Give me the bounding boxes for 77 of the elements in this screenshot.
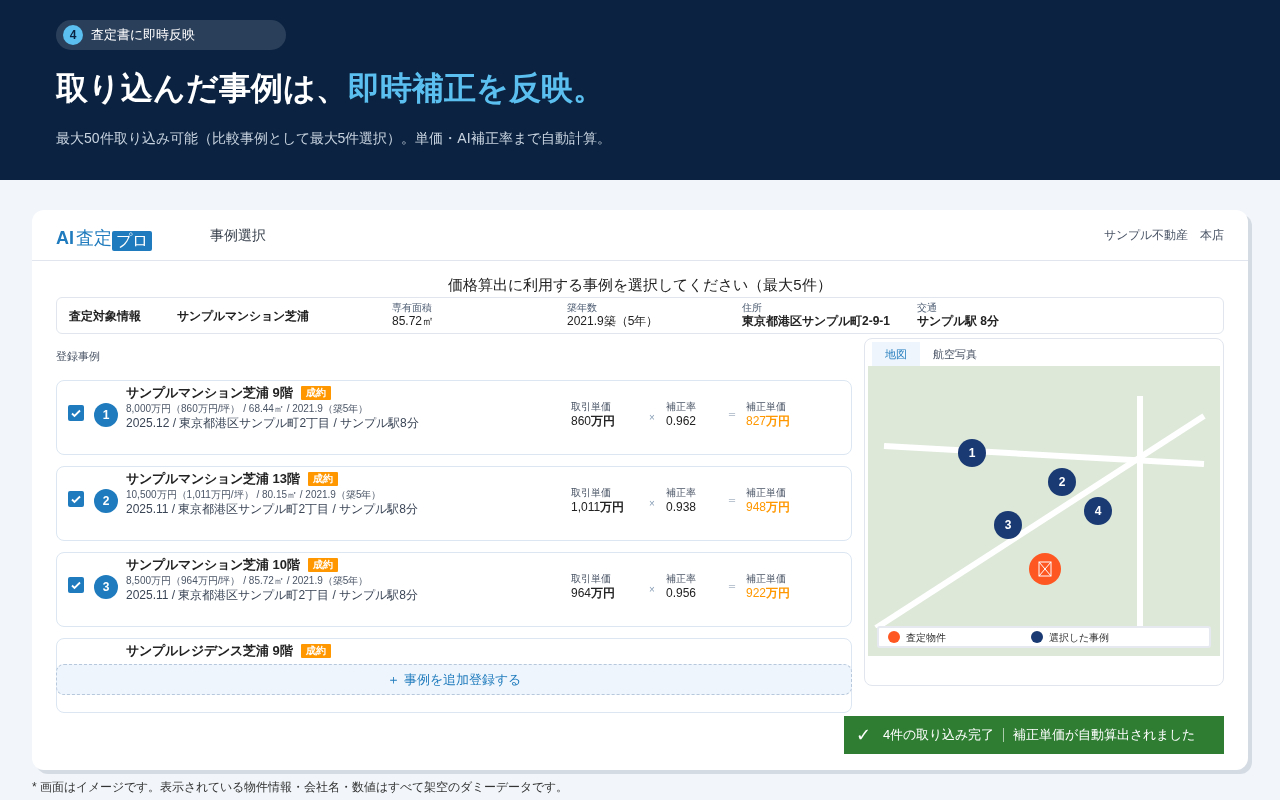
value-label: 補正単価 xyxy=(746,401,787,413)
value-text: 948万円 xyxy=(746,499,792,515)
step-number: 4 xyxy=(63,25,83,45)
times-sign: × xyxy=(649,497,656,511)
field-label: 交通 xyxy=(917,302,938,314)
field-value: 85.72㎡ xyxy=(392,314,436,329)
equals-sign: ＝ xyxy=(726,578,739,595)
toast-detail: 補正単価が自動算出されました xyxy=(1013,726,1196,745)
times-sign: × xyxy=(649,583,656,597)
times-sign: × xyxy=(649,411,656,425)
value-text: 964万円 xyxy=(571,585,617,601)
company-name: サンプル不動産 本店 xyxy=(1104,227,1224,244)
logo: AI査定 プロ xyxy=(56,218,152,252)
value-text: 0.962 xyxy=(666,413,698,429)
field-value: サンプル駅 8分 xyxy=(917,314,1000,329)
checkbox[interactable] xyxy=(68,577,84,593)
value-text: 0.938 xyxy=(666,499,698,515)
case-number: 2 xyxy=(94,489,118,513)
equals-sign: ＝ xyxy=(726,492,739,509)
toast-message: 4件の取り込み完了 xyxy=(883,726,995,745)
subject-name: サンプルマンション芝浦 xyxy=(177,307,310,325)
map-tab[interactable]: 航空写真 xyxy=(920,342,990,366)
value-label: 取引単価 xyxy=(571,401,612,413)
value-text: 0.956 xyxy=(666,585,698,601)
hero-subtitle: 最大50件取り込み可能（比較事例として最大5件選択）。単価・AI補正率まで自動計算。 xyxy=(56,129,612,148)
case-title: サンプルマンション芝浦 13階 xyxy=(126,470,301,488)
hero-title: 取り込んだ事例は、即時補正を反映。 xyxy=(56,69,606,108)
value-text: 827万円 xyxy=(746,413,792,429)
value-label: 補正単価 xyxy=(746,487,787,499)
case-detail: 10,500万円（1,011万円/坪） / 80.15㎡ / 2021.9（築5年） xyxy=(126,488,383,502)
status-badge: 成約 xyxy=(300,644,331,658)
step-label: 査定書に即時反映 xyxy=(91,26,195,45)
value-label: 補正率 xyxy=(666,573,697,585)
case-title: サンプルマンション芝浦 9階 xyxy=(126,384,293,402)
equals-sign: ＝ xyxy=(726,406,739,423)
value-label: 補正率 xyxy=(666,401,697,413)
footnote: * 画面はイメージです。表示されている物件情報・会社名・数値はすべて架空のダミーデータです。 xyxy=(32,779,568,795)
case-title: サンプルレジデンス芝浦 9階 xyxy=(126,642,293,660)
map-pin[interactable]: 2 xyxy=(1048,468,1076,496)
section-label: 登録事例 xyxy=(56,349,101,364)
value-label: 補正率 xyxy=(666,487,697,499)
building-pin-icon[interactable] xyxy=(1029,553,1061,585)
value-text: 1,011万円 xyxy=(571,499,626,515)
field-value: 2021.9築（5年） xyxy=(567,314,660,329)
check-icon: ✓ xyxy=(856,721,871,749)
field-label: 専有面積 xyxy=(392,302,433,314)
legend-label: 査定物件 xyxy=(906,630,946,645)
legend-label: 選択した事例 xyxy=(1049,630,1109,645)
field-value: 東京都港区サンプル町2-9-1 xyxy=(742,314,891,329)
checkbox[interactable] xyxy=(68,405,84,421)
status-badge: 成約 xyxy=(308,558,339,572)
field-label: 築年数 xyxy=(567,302,598,314)
case-number: 3 xyxy=(94,575,118,599)
value-text: 922万円 xyxy=(746,585,792,601)
map-pin[interactable]: 3 xyxy=(994,511,1022,539)
case-number: 1 xyxy=(94,403,118,427)
value-label: 補正単価 xyxy=(746,573,787,585)
status-badge: 成約 xyxy=(308,472,339,486)
map-pin[interactable]: 1 xyxy=(958,439,986,467)
field-label: 住所 xyxy=(742,302,763,314)
case-detail: 2025.12 / 東京都港区サンプル町2丁目 / サンプル駅8分 xyxy=(126,416,420,431)
case-title: サンプルマンション芝浦 10階 xyxy=(126,556,301,574)
checkbox[interactable] xyxy=(68,491,84,507)
value-label: 取引単価 xyxy=(571,487,612,499)
map-pin[interactable]: 4 xyxy=(1084,497,1112,525)
instruction-text: 価格算出に利用する事例を選択してください（最大5件） xyxy=(447,275,833,295)
case-detail: 8,000万円（860万円/坪） / 68.44㎡ / 2021.9（築5年） xyxy=(126,402,370,416)
map-tab[interactable]: 地図 xyxy=(872,342,920,366)
case-detail: 2025.11 / 東京都港区サンプル町2丁目 / サンプル駅8分 xyxy=(126,588,419,603)
value-label: 取引単価 xyxy=(571,573,612,585)
case-detail: 2025.11 / 東京都港区サンプル町2丁目 / サンプル駅8分 xyxy=(126,502,419,517)
nav-tab[interactable]: 事例選択 xyxy=(210,224,266,246)
value-text: 860万円 xyxy=(571,413,617,429)
case-detail: 8,500万円（964万円/坪） / 85.72㎡ / 2021.9（築5年） xyxy=(126,574,370,588)
status-badge: 成約 xyxy=(300,386,331,400)
subject-heading: 査定対象情報 xyxy=(69,307,142,325)
add-case-button[interactable]: ＋ 事例を追加登録する xyxy=(56,664,852,695)
